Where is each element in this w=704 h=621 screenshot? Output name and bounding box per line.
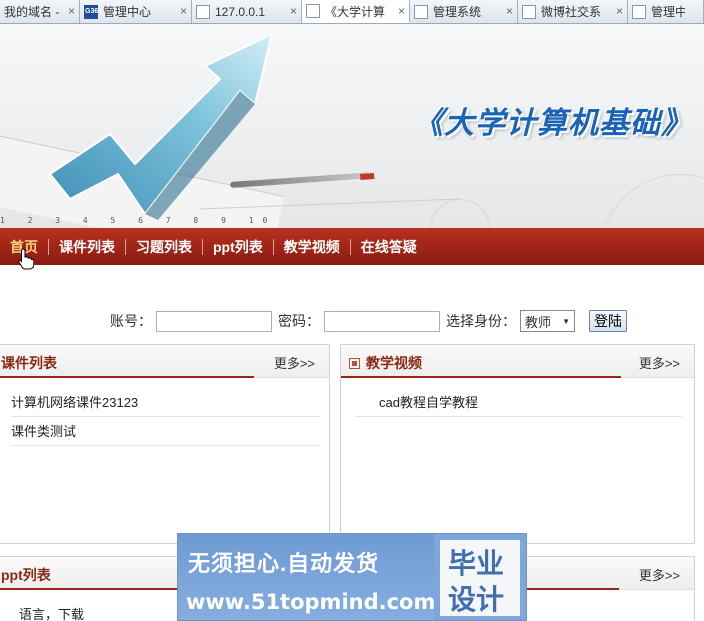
role-select-value: 教师 [525, 314, 552, 330]
page-icon [414, 4, 428, 19]
tab-title: 我的域名 - [4, 5, 60, 19]
login-button[interactable]: 登陆 [589, 310, 627, 332]
chevron-down-icon: ▼ [562, 316, 570, 326]
site-banner: 1 2 3 4 5 6 7 8 9 10 《大学计算机基础》 [0, 24, 704, 228]
ad-right-block: 毕业 设计 [440, 540, 520, 616]
more-link[interactable]: 更多>> [274, 353, 315, 372]
close-icon[interactable]: × [616, 4, 623, 18]
growth-arrow-icon [48, 32, 460, 220]
page-icon [632, 4, 646, 19]
tab-title: 管理系统 [433, 5, 482, 19]
panel-title: 教学视频 [349, 353, 422, 373]
more-link[interactable]: 更多>> [639, 353, 680, 372]
more-link[interactable]: 更多>> [639, 565, 680, 584]
decorative-circle [600, 174, 704, 228]
tab-title: 管理中心 [651, 5, 685, 19]
tab-title: 127.0.0.1 [215, 4, 266, 19]
browser-tab[interactable]: 管理中心 [628, 0, 704, 23]
panel-header: 教学视频 更多>> [341, 345, 694, 378]
page-icon [522, 4, 536, 19]
ad-url: www.51topmind.com [186, 590, 436, 614]
page-icon [196, 4, 210, 19]
list-item[interactable]: 课件类测试 [11, 417, 319, 446]
password-label: 密码： [278, 313, 320, 329]
nav-item-qa[interactable]: 在线答疑 [351, 239, 427, 255]
browser-tab[interactable]: G361 管理中心 × [80, 0, 192, 23]
nav-item-exercises[interactable]: 习题列表 [126, 238, 203, 255]
login-bar: 账号： 密码： 选择身份： 教师 ▼ 登陆 [0, 308, 704, 334]
courseware-panel: 课件列表 更多>> 计算机网络课件23123 课件类测试 [0, 344, 330, 544]
tab-title: 管理中心 [103, 5, 152, 19]
browser-tab[interactable]: 微博社交系 × [518, 0, 628, 23]
video-list: cad教程自学教程 [341, 378, 694, 417]
courseware-list: 计算机网络课件23123 课件类测试 [0, 378, 329, 446]
panel-title-text: 教学视频 [366, 355, 422, 371]
ad-right-line2: 设计 [448, 584, 505, 615]
site-title: 《大学计算机基础》 [413, 106, 692, 141]
browser-tab[interactable]: 我的域名 - × [0, 0, 80, 23]
nav-item-courseware[interactable]: 课件列表 [49, 238, 126, 255]
browser-tab[interactable]: 127.0.0.1 × [192, 0, 302, 23]
panel-title: ppt列表 [1, 567, 51, 583]
panel-underline [341, 376, 621, 378]
panel-bullet-icon [349, 358, 360, 369]
panel-title: 课件列表 [1, 355, 57, 371]
close-icon[interactable]: × [398, 4, 405, 18]
tab-title: 《大学计算 [325, 4, 386, 19]
panel-underline [0, 376, 254, 378]
site-logo-icon: G361 [84, 4, 102, 19]
watermark-ad: 无须担心.自动发货 www.51topmind.com 毕业 设计 [177, 533, 527, 621]
nav-item-videos[interactable]: 教学视频 [274, 238, 351, 255]
main-nav: 首页 课件列表 习题列表 ppt列表 教学视频 在线答疑 [0, 228, 704, 265]
close-icon[interactable]: × [68, 4, 75, 18]
hand-cursor-icon [18, 248, 34, 270]
role-select[interactable]: 教师 ▼ [520, 310, 575, 332]
ad-left-block: 无须担心.自动发货 www.51topmind.com [178, 534, 436, 620]
close-icon[interactable]: × [290, 4, 297, 18]
browser-tab[interactable]: 管理系统 × [410, 0, 518, 23]
account-label: 账号： [110, 313, 152, 329]
list-item[interactable]: 计算机网络课件23123 [11, 388, 319, 417]
video-panel: 教学视频 更多>> cad教程自学教程 [340, 344, 695, 544]
browser-window: 我的域名 - × G361 管理中心 × 127.0.0.1 × 《大学计算 ×… [0, 0, 704, 621]
browser-tab-active[interactable]: 《大学计算 × [302, 0, 410, 23]
role-label: 选择身份： [446, 313, 516, 329]
close-icon[interactable]: × [506, 4, 513, 18]
browser-tab-bar: 我的域名 - × G361 管理中心 × 127.0.0.1 × 《大学计算 ×… [0, 0, 704, 24]
nav-item-ppt[interactable]: ppt列表 [203, 238, 274, 255]
password-input[interactable] [324, 310, 440, 332]
ad-slogan: 无须担心.自动发货 [188, 551, 380, 576]
account-input[interactable] [156, 310, 272, 332]
close-icon[interactable]: × [180, 4, 187, 18]
tab-title: 微博社交系 [541, 5, 602, 19]
list-item[interactable]: cad教程自学教程 [355, 388, 682, 417]
panel-header: 课件列表 更多>> [0, 345, 329, 378]
ad-right-line1: 毕业 [448, 548, 505, 579]
page-icon [306, 4, 320, 18]
